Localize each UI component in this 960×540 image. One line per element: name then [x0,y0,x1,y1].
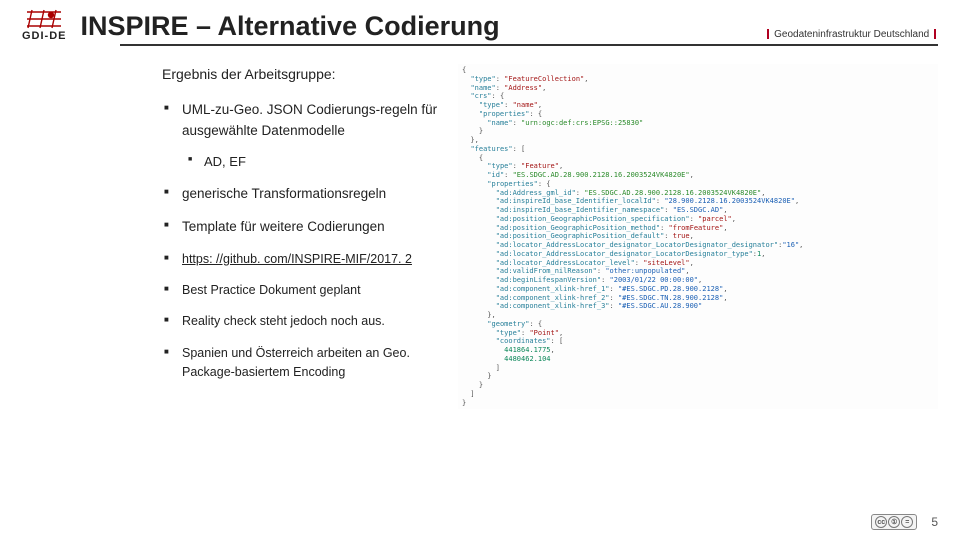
bullet-list: UML-zu-Geo. JSON Codierungs-regeln für a… [182,100,452,238]
sub-list-item: AD, EF [204,152,452,172]
slide-title: INSPIRE – Alternative Codierung [81,11,766,46]
accent-bar-icon [934,29,936,39]
list-item: https: //github. com/INSPIRE-MIF/2017. 2 [182,250,452,269]
logo: GDI-DE [22,8,67,46]
list-item-text: UML-zu-Geo. JSON Codierungs-regeln für a… [182,102,437,138]
list-item: Reality check steht jedoch noch aus. [182,312,452,331]
intro-text: Ergebnis der Arbeitsgruppe: [162,64,452,86]
slide-footer: cc ① = 5 [871,514,938,530]
sub-bullet-list: AD, EF [204,152,452,172]
cc-part: = [901,516,913,528]
left-column: Ergebnis der Arbeitsgruppe: UML-zu-Geo. … [22,64,452,409]
accent-bar-icon [767,29,769,39]
cc-badge-icon: cc ① = [871,514,917,530]
list-item: UML-zu-Geo. JSON Codierungs-regeln für a… [182,100,452,172]
list-item: Template für weitere Codierungen [182,217,452,238]
list-item: Spanien und Österreich arbeiten an Geo. … [182,344,452,383]
github-link[interactable]: https: //github. com/INSPIRE-MIF/2017. 2 [182,252,412,266]
slide-content: Ergebnis der Arbeitsgruppe: UML-zu-Geo. … [0,46,960,409]
logo-text: GDI-DE [22,30,67,42]
bullet-list-small: https: //github. com/INSPIRE-MIF/2017. 2… [182,250,452,383]
header-rule [120,44,938,46]
logo-mark-icon [23,8,65,30]
list-item: generische Transformationsregeln [182,184,452,205]
page-number: 5 [931,515,938,529]
cc-part: ① [888,516,900,528]
cc-part: cc [875,516,887,528]
code-sample: { "type": "FeatureCollection", "name": "… [458,64,938,409]
slide-header: GDI-DE INSPIRE – Alternative Codierung G… [0,0,960,46]
list-item: Best Practice Dokument geplant [182,281,452,300]
subtitle-text: Geodateninfrastruktur Deutschland [774,29,929,40]
